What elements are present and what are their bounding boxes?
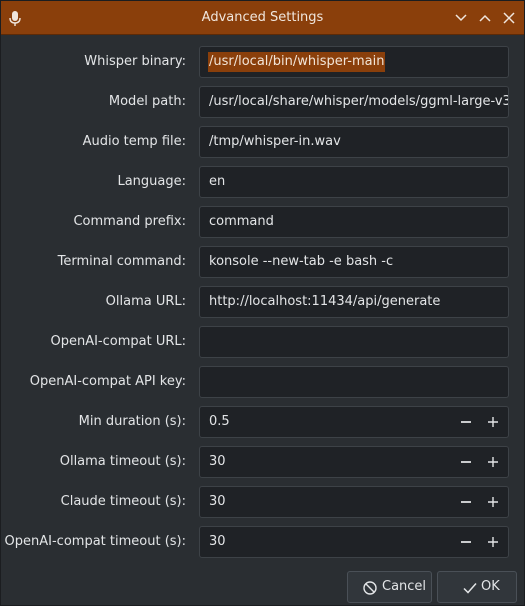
whisper-binary-value: /usr/local/bin/whisper-main (208, 52, 386, 72)
terminal-command-label: Terminal command: (57, 254, 186, 269)
row-language: Language: en (1, 166, 524, 198)
openai-compat-timeout-decrement-button[interactable] (458, 534, 474, 550)
row-whisper-binary: Whisper binary: /usr/local/bin/whisper-m… (1, 46, 524, 78)
ollama-timeout-increment-button[interactable] (485, 454, 501, 470)
command-prefix-input[interactable]: command (199, 206, 509, 238)
openai-compat-timeout-label: OpenAI-compat timeout (s): (4, 534, 186, 549)
whisper-binary-label: Whisper binary: (84, 54, 186, 69)
openai-compat-api-key-input[interactable] (199, 366, 509, 398)
ok-button[interactable]: OK (437, 571, 517, 603)
command-prefix-label: Command prefix: (73, 214, 186, 229)
audio-temp-file-input[interactable]: /tmp/whisper-in.wav (199, 126, 509, 158)
ollama-timeout-label: Ollama timeout (s): (59, 454, 186, 469)
plus-icon (488, 417, 498, 427)
row-ollama-timeout: Ollama timeout (s): 30 (1, 446, 524, 478)
row-claude-timeout: Claude timeout (s): 30 (1, 486, 524, 518)
close-button[interactable] (500, 9, 518, 27)
row-audio-temp-file: Audio temp file: /tmp/whisper-in.wav (1, 126, 524, 158)
row-command-prefix: Command prefix: command (1, 206, 524, 238)
window-title: Advanced Settings (201, 10, 324, 25)
claude-timeout-decrement-button[interactable] (458, 494, 474, 510)
ok-label: OK (481, 579, 500, 594)
cancel-label: Cancel (382, 579, 427, 594)
row-terminal-command: Terminal command: konsole --new-tab -e b… (1, 246, 524, 278)
min-duration-decrement-button[interactable] (458, 414, 474, 430)
model-path-input[interactable]: /usr/local/share/whisper/models/ggml-lar… (199, 86, 509, 118)
checkmark-icon (462, 580, 478, 596)
row-ollama-url: Ollama URL: http://localhost:11434/api/g… (1, 286, 524, 318)
ollama-timeout-spinbox[interactable]: 30 (199, 446, 509, 478)
whisper-binary-input[interactable]: /usr/local/bin/whisper-main (199, 46, 509, 78)
model-path-value: /usr/local/share/whisper/models/ggml-lar… (209, 94, 509, 109)
cancel-button[interactable]: Cancel (347, 571, 432, 603)
min-duration-value: 0.5 (209, 414, 230, 429)
ollama-url-label: Ollama URL: (105, 294, 186, 309)
ollama-url-input[interactable]: http://localhost:11434/api/generate (199, 286, 509, 318)
language-input[interactable]: en (199, 166, 509, 198)
min-duration-label: Min duration (s): (78, 414, 186, 429)
ollama-timeout-decrement-button[interactable] (458, 454, 474, 470)
openai-compat-timeout-value: 30 (209, 534, 226, 549)
plus-icon (488, 457, 498, 467)
title-bar[interactable]: Advanced Settings (1, 1, 524, 35)
chevron-down-icon (455, 14, 467, 22)
claude-timeout-label: Claude timeout (s): (60, 494, 186, 509)
advanced-settings-dialog: Advanced Settings Whisper binary: /usr/l… (0, 0, 525, 606)
language-label: Language: (117, 174, 186, 189)
min-duration-spinbox[interactable]: 0.5 (199, 406, 509, 438)
plus-icon (488, 537, 498, 547)
claude-timeout-increment-button[interactable] (485, 494, 501, 510)
terminal-command-input[interactable]: konsole --new-tab -e bash -c (199, 246, 509, 278)
openai-compat-api-key-label: OpenAI-compat API key: (29, 374, 186, 389)
claude-timeout-spinbox[interactable]: 30 (199, 486, 509, 518)
openai-compat-timeout-spinbox[interactable]: 30 (199, 526, 509, 558)
model-path-label: Model path: (108, 94, 186, 109)
audio-temp-file-label: Audio temp file: (82, 134, 186, 149)
ollama-url-value: http://localhost:11434/api/generate (209, 294, 441, 309)
row-min-duration: Min duration (s): 0.5 (1, 406, 524, 438)
claude-timeout-value: 30 (209, 494, 226, 509)
minus-icon (461, 421, 471, 423)
language-value: en (209, 174, 226, 189)
row-model-path: Model path: /usr/local/share/whisper/mod… (1, 86, 524, 118)
openai-compat-url-input[interactable] (199, 326, 509, 358)
close-icon (503, 12, 515, 24)
row-openai-compat-url: OpenAI-compat URL: (1, 326, 524, 358)
command-prefix-value: command (209, 214, 274, 229)
min-duration-increment-button[interactable] (485, 414, 501, 430)
row-openai-compat-timeout: OpenAI-compat timeout (s): 30 (1, 526, 524, 558)
audio-temp-file-value: /tmp/whisper-in.wav (209, 134, 341, 149)
minus-icon (461, 501, 471, 503)
minimize-button[interactable] (452, 9, 470, 27)
chevron-up-icon (479, 14, 491, 22)
ollama-timeout-value: 30 (209, 454, 226, 469)
minus-icon (461, 541, 471, 543)
maximize-button[interactable] (476, 9, 494, 27)
row-openai-compat-api-key: OpenAI-compat API key: (1, 366, 524, 398)
minus-icon (461, 461, 471, 463)
terminal-command-value: konsole --new-tab -e bash -c (209, 254, 394, 269)
openai-compat-timeout-increment-button[interactable] (485, 534, 501, 550)
openai-compat-url-label: OpenAI-compat URL: (50, 334, 186, 349)
plus-icon (488, 497, 498, 507)
cancel-icon (362, 580, 378, 596)
